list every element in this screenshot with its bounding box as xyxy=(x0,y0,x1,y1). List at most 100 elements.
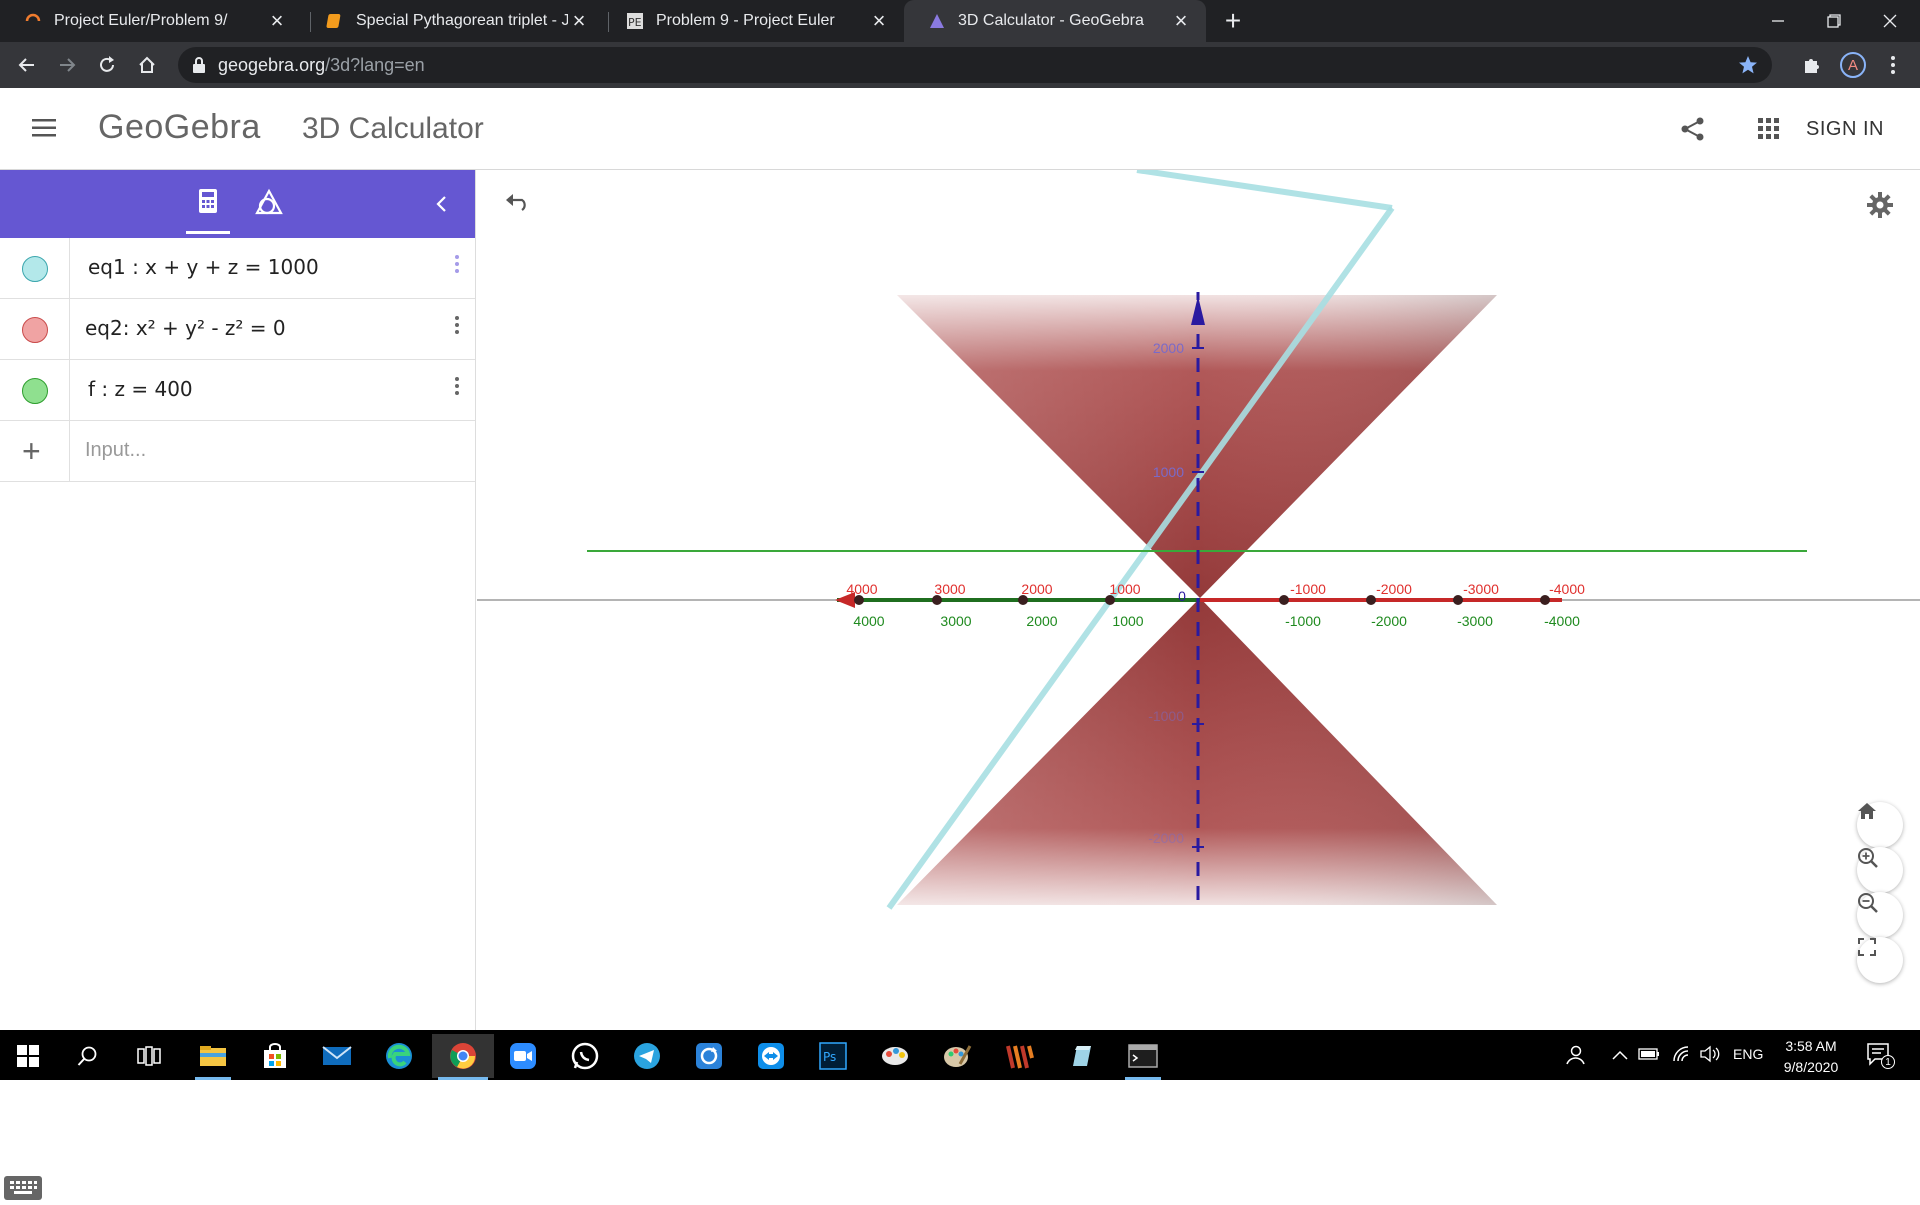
taskbar-file-explorer[interactable] xyxy=(189,1034,237,1080)
taskbar-paint-3d[interactable] xyxy=(871,1034,919,1078)
algebra-expression[interactable]: eq1 : x + y + z = 1000 xyxy=(88,255,319,279)
keyboard-button[interactable] xyxy=(4,1176,42,1200)
row-menu-button[interactable] xyxy=(446,313,468,343)
share-icon xyxy=(1681,117,1704,141)
y-tick-label: 3000 xyxy=(940,613,971,629)
reload-button[interactable] xyxy=(92,50,122,80)
taskbar-zoom[interactable] xyxy=(499,1034,547,1078)
start-button[interactable] xyxy=(4,1034,52,1078)
wifi-icon xyxy=(1673,1046,1689,1062)
algebra-header xyxy=(0,170,475,238)
back-button[interactable] xyxy=(12,50,42,80)
visibility-toggle[interactable] xyxy=(22,256,48,282)
windows-icon xyxy=(17,1045,39,1067)
tab-project-euler[interactable]: PE Problem 9 - Project Euler × xyxy=(602,0,904,42)
home-button[interactable] xyxy=(132,50,162,80)
sign-in-button[interactable]: SIGN IN xyxy=(1806,118,1884,141)
visibility-toggle[interactable] xyxy=(22,317,48,343)
taskbar-photoshop[interactable]: Ps xyxy=(809,1034,857,1078)
new-tab-button[interactable]: + xyxy=(1218,5,1248,36)
taskbar-telegram[interactable] xyxy=(623,1034,671,1078)
algebra-row-eq1[interactable]: eq1 : x + y + z = 1000 xyxy=(0,238,475,299)
arrow-left-icon xyxy=(18,58,34,72)
profile-button[interactable]: A xyxy=(1838,50,1868,80)
taskbar-teamviewer[interactable] xyxy=(747,1034,795,1078)
minimize-button[interactable] xyxy=(1750,0,1806,42)
url-host: geogebra.org xyxy=(218,54,326,75)
battery-indicator[interactable] xyxy=(1638,1047,1660,1066)
zoom-out-icon xyxy=(1858,893,1878,913)
algebra-input-row[interactable]: + Input... xyxy=(0,421,475,482)
apps-grid-button[interactable] xyxy=(1758,118,1780,145)
extensions-button[interactable] xyxy=(1797,50,1827,80)
taskbar-paint[interactable] xyxy=(933,1034,981,1078)
taskbar-terminal[interactable] xyxy=(1119,1034,1167,1080)
action-center-button[interactable]: 1 xyxy=(1866,1042,1895,1070)
close-window-button[interactable] xyxy=(1862,0,1918,42)
hamburger-menu-button[interactable] xyxy=(32,118,58,143)
task-view-button[interactable] xyxy=(125,1034,173,1078)
taskbar-winrar[interactable] xyxy=(995,1034,1043,1078)
home-view-button[interactable] xyxy=(1857,802,1903,848)
people-button[interactable] xyxy=(1564,1044,1586,1071)
algebra-expression[interactable]: eq2: x² + y² - z² = 0 xyxy=(85,316,286,340)
app-cube-icon xyxy=(1073,1046,1091,1066)
fullscreen-icon xyxy=(1858,938,1876,956)
taskbar-store[interactable] xyxy=(251,1034,299,1078)
volume-indicator[interactable] xyxy=(1700,1045,1722,1068)
tray-overflow-button[interactable] xyxy=(1612,1048,1628,1066)
more-vertical-icon xyxy=(1891,56,1895,74)
geogebra-icon xyxy=(928,12,946,30)
tab-project-euler-problem-9[interactable]: Project Euler/Problem 9/ × xyxy=(0,0,302,42)
share-button[interactable] xyxy=(1680,116,1706,147)
taskbar-whatsapp[interactable] xyxy=(561,1034,609,1078)
tab-tools[interactable] xyxy=(254,188,284,218)
geogebra-logo[interactable]: GeoGebra xyxy=(98,108,261,147)
tab-geogebra[interactable]: 3D Calculator - GeoGebra × xyxy=(904,0,1206,42)
people-icon xyxy=(1566,1045,1585,1065)
y-tick-label: -2000 xyxy=(1371,613,1407,629)
bookmark-star-icon[interactable] xyxy=(1738,55,1758,75)
zoom-in-icon xyxy=(1858,848,1878,868)
algebra-row-f[interactable]: f : z = 400 xyxy=(0,360,475,421)
algebra-row-eq2[interactable]: eq2: x² + y² - z² = 0 xyxy=(0,299,475,360)
tab-close-icon[interactable]: × xyxy=(568,8,590,33)
tab-jupyter-notebook[interactable]: Special Pythagorean triplet - Jupy × xyxy=(302,0,604,42)
apps-grid-icon xyxy=(1758,118,1779,139)
row-menu-button[interactable] xyxy=(446,374,468,404)
clock-time: 3:58 AM xyxy=(1785,1038,1837,1054)
graphics-3d-view[interactable]: 4000 3000 2000 1000 0 -1000 -2000 -3000 … xyxy=(477,170,1920,1030)
undo-icon xyxy=(506,194,526,211)
tab-title: Project Euler/Problem 9/ xyxy=(54,12,228,29)
zoom-in-button[interactable] xyxy=(1857,847,1903,893)
tab-close-icon[interactable]: × xyxy=(1170,8,1192,33)
x-tick-label: -4000 xyxy=(1549,581,1585,597)
graphics-canvas[interactable]: 4000 3000 2000 1000 0 -1000 -2000 -3000 … xyxy=(477,170,1920,1030)
algebra-expression[interactable]: f : z = 400 xyxy=(88,377,193,401)
tab-close-icon[interactable]: × xyxy=(868,8,890,33)
row-menu-button[interactable] xyxy=(446,252,468,282)
taskbar-chrome[interactable] xyxy=(432,1034,494,1080)
taskbar-edge[interactable] xyxy=(375,1034,423,1078)
zoom-out-button[interactable] xyxy=(1857,892,1903,938)
taskbar-search[interactable] xyxy=(64,1034,112,1078)
collapse-panel-button[interactable] xyxy=(434,190,458,216)
network-indicator[interactable] xyxy=(1672,1045,1692,1068)
forward-button[interactable] xyxy=(52,50,82,80)
taskbar-mail[interactable] xyxy=(313,1034,361,1078)
input-language[interactable]: ENG xyxy=(1733,1046,1763,1062)
telegram-icon xyxy=(634,1043,660,1069)
address-bar[interactable]: geogebra.org/3d?lang=en xyxy=(178,47,1772,83)
tab-algebra[interactable] xyxy=(186,188,230,234)
search-icon xyxy=(77,1046,97,1066)
algebra-input[interactable]: Input... xyxy=(85,439,146,462)
plus-icon[interactable]: + xyxy=(22,433,41,470)
browser-menu-button[interactable] xyxy=(1878,50,1908,80)
fullscreen-button[interactable] xyxy=(1857,937,1903,983)
visibility-toggle[interactable] xyxy=(22,378,48,404)
tab-close-icon[interactable]: × xyxy=(266,8,288,33)
clock[interactable]: 3:58 AM 9/8/2020 xyxy=(1776,1036,1846,1078)
restore-button[interactable] xyxy=(1806,0,1862,42)
taskbar-app-cube[interactable] xyxy=(1057,1034,1105,1078)
taskbar-sync[interactable] xyxy=(685,1034,733,1078)
